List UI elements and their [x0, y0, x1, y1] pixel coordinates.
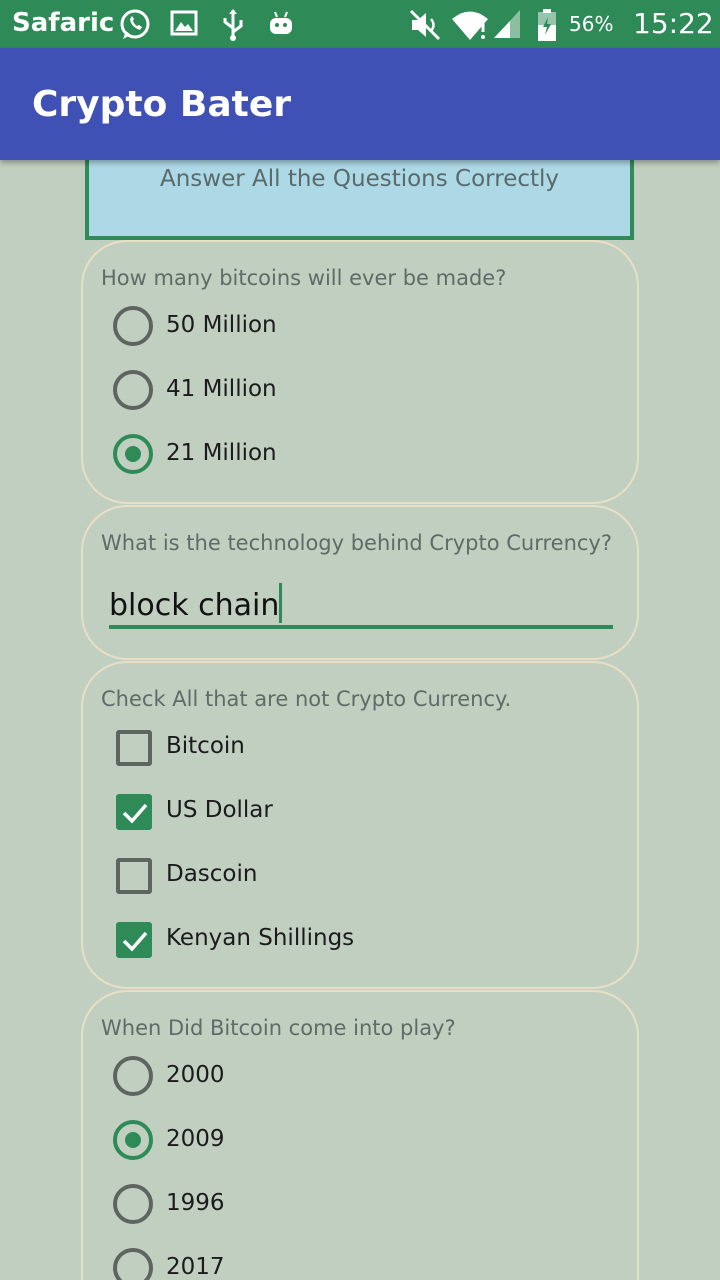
- radio-button[interactable]: [113, 1056, 153, 1096]
- signal-icon: [492, 8, 522, 44]
- radio-option-2009[interactable]: 2009: [113, 1116, 613, 1164]
- option-label: 41 Million: [166, 376, 277, 402]
- question-prompt: When Did Bitcoin come into play?: [101, 1016, 456, 1040]
- status-bar: Safaricom 56% 15:22: [0, 0, 720, 48]
- app-bar: Crypto Bater: [0, 48, 720, 160]
- checkbox-option-kenyan-shillings[interactable]: Kenyan Shillings: [113, 915, 613, 963]
- clock: 15:22: [633, 7, 714, 40]
- android-icon: [266, 8, 296, 42]
- question-prompt: What is the technology behind Crypto Cur…: [101, 531, 613, 555]
- radio-option-2017[interactable]: 2017: [113, 1244, 613, 1280]
- usb-icon: [220, 8, 246, 46]
- checkmark-icon: [122, 931, 148, 952]
- radio-button-selected[interactable]: [113, 434, 153, 474]
- radio-option-50-million[interactable]: 50 Million: [113, 302, 613, 350]
- radio-button[interactable]: [113, 370, 153, 410]
- instructions-text: Answer All the Questions Correctly: [159, 166, 560, 192]
- question-prompt: Check All that are not Crypto Currency.: [101, 687, 512, 711]
- checkbox[interactable]: [116, 858, 152, 894]
- option-label: Dascoin: [166, 861, 258, 887]
- app-title: Crypto Bater: [32, 84, 291, 125]
- question-card-bitcoin-supply: How many bitcoins will ever be made? 50 …: [81, 240, 639, 504]
- whatsapp-icon: [118, 8, 152, 46]
- option-label: 2017: [166, 1254, 225, 1280]
- checkbox[interactable]: [116, 730, 152, 766]
- option-label: 1996: [166, 1190, 225, 1216]
- option-label: 2009: [166, 1126, 225, 1152]
- radio-option-21-million[interactable]: 21 Million: [113, 430, 613, 478]
- wifi-icon: [450, 8, 490, 46]
- option-label: 21 Million: [166, 440, 277, 466]
- option-label: Kenyan Shillings: [166, 925, 355, 951]
- mute-icon: [408, 8, 442, 46]
- battery-icon: [536, 8, 558, 46]
- question-card-not-crypto: Check All that are not Crypto Currency. …: [81, 661, 639, 989]
- carrier-name: Safaricom: [12, 8, 114, 38]
- checkbox-option-us-dollar[interactable]: US Dollar: [113, 787, 613, 835]
- option-label: 50 Million: [166, 312, 277, 338]
- radio-button[interactable]: [113, 306, 153, 346]
- checkbox-option-dascoin[interactable]: Dascoin: [113, 851, 613, 899]
- battery-percentage: 56%: [569, 12, 614, 36]
- question-card-technology: What is the technology behind Crypto Cur…: [81, 505, 639, 660]
- checkbox-checked[interactable]: [116, 794, 152, 830]
- text-cursor: [279, 583, 283, 623]
- option-label: 2000: [166, 1062, 225, 1088]
- checkmark-icon: [122, 803, 148, 824]
- option-label: US Dollar: [166, 797, 273, 823]
- option-label: Bitcoin: [166, 733, 245, 759]
- image-icon: [170, 8, 198, 42]
- answer-text-field[interactable]: block chain: [109, 577, 613, 629]
- radio-button-selected[interactable]: [113, 1120, 153, 1160]
- radio-option-41-million[interactable]: 41 Million: [113, 366, 613, 414]
- radio-option-2000[interactable]: 2000: [113, 1052, 613, 1100]
- question-prompt: How many bitcoins will ever be made?: [101, 266, 507, 290]
- radio-button[interactable]: [113, 1184, 153, 1224]
- instructions-banner: Answer All the Questions Correctly: [85, 160, 634, 240]
- checkbox-checked[interactable]: [116, 922, 152, 958]
- checkbox-option-bitcoin[interactable]: Bitcoin: [113, 723, 613, 771]
- radio-button[interactable]: [113, 1248, 153, 1280]
- question-card-bitcoin-year: When Did Bitcoin come into play? 2000 20…: [81, 990, 639, 1280]
- answer-value[interactable]: block chain: [109, 583, 283, 623]
- radio-option-1996[interactable]: 1996: [113, 1180, 613, 1228]
